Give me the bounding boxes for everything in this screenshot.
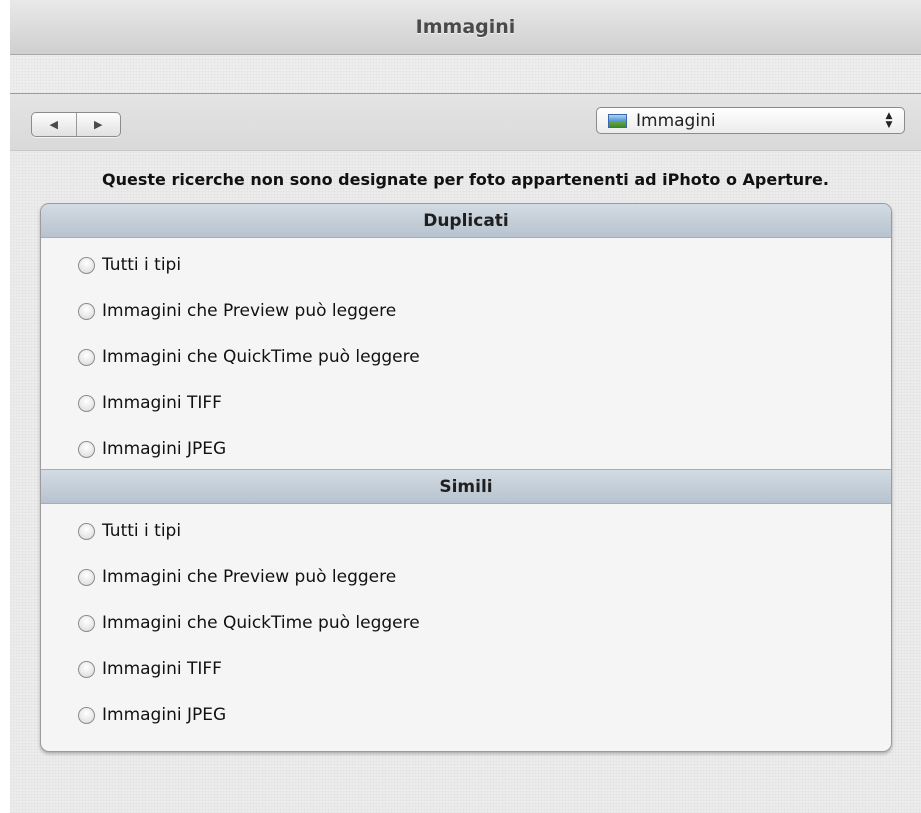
radio-label: Immagini che QuickTime può leggere xyxy=(102,613,420,633)
radio-option[interactable]: Immagini che Preview può leggere xyxy=(41,554,891,600)
forward-arrow-icon: ▶ xyxy=(94,118,103,131)
search-options-panel: Duplicati Tutti i tipi Immagini che Prev… xyxy=(40,203,892,752)
radio-button[interactable] xyxy=(78,440,95,458)
options-simili: Tutti i tipi Immagini che Preview può le… xyxy=(41,504,891,748)
radio-button[interactable] xyxy=(78,394,95,412)
radio-option[interactable]: Immagini che Preview può leggere xyxy=(41,288,891,334)
radio-option[interactable]: Immagini JPEG xyxy=(41,426,891,472)
category-popup-label: Immagini xyxy=(636,110,716,131)
radio-option[interactable]: Immagini che QuickTime può leggere xyxy=(41,334,891,380)
radio-label: Immagini che Preview può leggere xyxy=(102,301,397,321)
radio-button[interactable] xyxy=(78,348,95,366)
window: Immagini ◀ ▶ Immagini ▲ ▼ Queste ricerch… xyxy=(10,0,921,813)
radio-button[interactable] xyxy=(78,522,95,540)
controls-bar: ◀ ▶ Immagini ▲ ▼ xyxy=(10,94,921,151)
picture-icon xyxy=(608,113,627,128)
toolbar-area xyxy=(10,55,921,94)
radio-option[interactable]: Immagini JPEG xyxy=(41,692,891,738)
radio-button[interactable] xyxy=(78,256,95,274)
radio-label: Immagini JPEG xyxy=(102,439,227,459)
category-popup[interactable]: Immagini ▲ ▼ xyxy=(596,107,905,134)
radio-label: Immagini che Preview può leggere xyxy=(102,567,397,587)
radio-option[interactable]: Immagini che QuickTime può leggere xyxy=(41,600,891,646)
section-header-duplicati: Duplicati xyxy=(41,204,891,238)
radio-button[interactable] xyxy=(78,614,95,632)
radio-label: Tutti i tipi xyxy=(102,255,182,275)
options-duplicati: Tutti i tipi Immagini che Preview può le… xyxy=(41,238,891,469)
radio-button[interactable] xyxy=(78,706,95,724)
back-forward-control: ◀ ▶ xyxy=(31,112,121,137)
radio-button[interactable] xyxy=(78,568,95,586)
radio-label: Immagini TIFF xyxy=(102,659,222,679)
notice-text: Queste ricerche non sono designate per f… xyxy=(102,170,829,189)
radio-button[interactable] xyxy=(78,660,95,678)
radio-button[interactable] xyxy=(78,302,95,320)
window-title: Immagini xyxy=(415,16,516,38)
popup-arrows-icon: ▲ ▼ xyxy=(882,111,896,130)
radio-label: Immagini TIFF xyxy=(102,393,222,413)
arrow-down-icon: ▼ xyxy=(885,119,893,130)
radio-option[interactable]: Immagini TIFF xyxy=(41,646,891,692)
radio-label: Immagini JPEG xyxy=(102,705,227,725)
radio-option[interactable]: Tutti i tipi xyxy=(41,242,891,288)
forward-button[interactable]: ▶ xyxy=(77,113,121,136)
radio-option[interactable]: Tutti i tipi xyxy=(41,508,891,554)
section-header-simili: Simili xyxy=(41,469,891,504)
back-arrow-icon: ◀ xyxy=(49,118,58,131)
radio-label: Tutti i tipi xyxy=(102,521,182,541)
title-bar: Immagini xyxy=(10,0,921,55)
radio-option[interactable]: Immagini TIFF xyxy=(41,380,891,426)
back-button[interactable]: ◀ xyxy=(32,113,76,136)
radio-label: Immagini che QuickTime può leggere xyxy=(102,347,420,367)
